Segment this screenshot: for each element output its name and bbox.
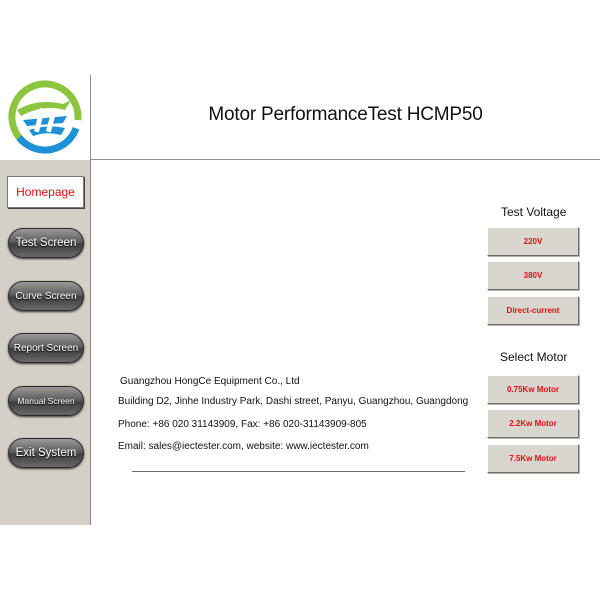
info-divider bbox=[132, 471, 465, 472]
test-voltage-label: Test Voltage bbox=[501, 205, 567, 219]
motor-075kw-button[interactable]: 0.75Kw Motor bbox=[487, 375, 579, 404]
select-motor-label: Select Motor bbox=[500, 350, 568, 364]
company-address: Building D2, Jinhe Industry Park, Dashi … bbox=[118, 396, 469, 407]
test-screen-button[interactable]: Test Screen bbox=[8, 228, 84, 258]
company-name: Guangzhou HongCe Equipment Co., Ltd bbox=[120, 376, 300, 387]
company-email: Email: sales@iectester.com, website: www… bbox=[118, 441, 369, 452]
header-divider bbox=[91, 159, 600, 160]
report-screen-button[interactable]: Report Screen bbox=[8, 333, 84, 363]
motor-75kw-button[interactable]: 7.5Kw Motor bbox=[487, 444, 579, 473]
voltage-dc-button[interactable]: Direct-current bbox=[487, 296, 579, 325]
company-logo bbox=[8, 80, 82, 154]
manual-screen-button[interactable]: Manual Screen bbox=[8, 386, 84, 416]
voltage-220v-button[interactable]: 220V bbox=[487, 227, 579, 256]
curve-screen-button[interactable]: Curve Screen bbox=[8, 281, 84, 311]
exit-system-button[interactable]: Exit System bbox=[8, 438, 84, 468]
page-title: Motor PerformanceTest HCMP50 bbox=[208, 104, 483, 125]
homepage-button[interactable]: Homepage bbox=[7, 176, 84, 208]
voltage-380v-button[interactable]: 380V bbox=[487, 261, 579, 290]
motor-22kw-button[interactable]: 2.2Kw Motor bbox=[487, 409, 579, 438]
company-phone: Phone: +86 020 31143909, Fax: +86 020-31… bbox=[118, 419, 367, 430]
